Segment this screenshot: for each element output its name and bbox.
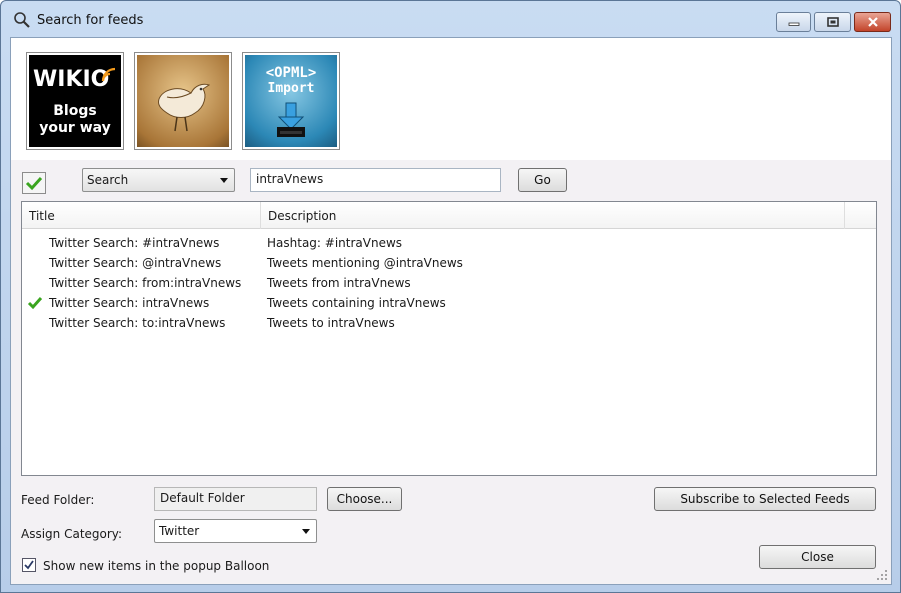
assign-category-label: Assign Category: — [21, 527, 123, 541]
logo-strip: WIKIO Blogs your way <OPML> Import — [11, 38, 891, 160]
chevron-down-icon — [302, 529, 310, 534]
category-value: Twitter — [159, 524, 200, 538]
minimize-icon — [788, 22, 799, 26]
opml-logo-subtitle: Import — [267, 81, 315, 96]
dialog-window: Search for feeds WIKIO Blogs your way <O… — [0, 0, 901, 593]
wikio-logo-text: WIKIO — [33, 67, 110, 92]
restore-icon — [826, 17, 839, 27]
list-item[interactable]: Twitter Search: to:intraVnews Tweets to … — [22, 313, 876, 333]
checkmark-icon — [27, 297, 43, 310]
balloon-checkbox[interactable] — [22, 558, 36, 572]
list-item[interactable]: Twitter Search: intraVnews Tweets contai… — [22, 293, 876, 313]
twitter-bird-logo-button[interactable] — [134, 52, 232, 150]
feed-folder-field: Default Folder — [154, 487, 317, 511]
rss-icon — [101, 67, 116, 82]
close-button[interactable]: Close — [759, 545, 876, 569]
title-bar[interactable]: Search for feeds — [1, 1, 900, 37]
search-input[interactable]: intraVnews — [250, 168, 501, 192]
close-window-button[interactable] — [854, 12, 891, 32]
search-mode-value: Search — [87, 173, 129, 187]
search-mode-dropdown[interactable]: Search — [82, 168, 235, 192]
category-dropdown[interactable]: Twitter — [154, 519, 317, 543]
opml-logo-title: <OPML> — [265, 65, 317, 81]
download-arrow-icon — [277, 102, 305, 137]
list-header: Title Description — [22, 202, 876, 229]
subscribe-button[interactable]: Subscribe to Selected Feeds — [654, 487, 876, 511]
chevron-down-icon — [220, 178, 228, 183]
window-title: Search for feeds — [37, 13, 144, 28]
checkmark-icon — [24, 560, 34, 570]
wikio-tagline: Blogs your way — [39, 103, 111, 136]
feed-folder-label: Feed Folder: — [21, 493, 95, 507]
column-header-title[interactable]: Title — [22, 202, 261, 229]
dialog-client: WIKIO Blogs your way <OPML> Import Searc… — [10, 37, 892, 585]
search-icon — [14, 12, 30, 28]
list-item[interactable]: Twitter Search: #intraVnews Hashtag: #in… — [22, 233, 876, 253]
choose-folder-button[interactable]: Choose... — [327, 487, 402, 511]
balloon-checkbox-label[interactable]: Show new items in the popup Balloon — [43, 559, 269, 573]
minimize-button[interactable] — [776, 12, 811, 32]
feeds-list[interactable]: Title Description Twitter Search: #intra… — [21, 201, 877, 476]
list-item[interactable]: Twitter Search: from:intraVnews Tweets f… — [22, 273, 876, 293]
column-header-description[interactable]: Description — [261, 202, 845, 229]
list-item[interactable]: Twitter Search: @intraVnews Tweets menti… — [22, 253, 876, 273]
resize-grip-icon[interactable] — [877, 570, 888, 581]
close-icon — [867, 17, 878, 27]
select-all-check-button[interactable] — [22, 172, 46, 194]
wikio-logo-button[interactable]: WIKIO Blogs your way — [26, 52, 124, 150]
opml-import-logo-button[interactable]: <OPML> Import — [242, 52, 340, 150]
maximize-button[interactable] — [814, 12, 851, 32]
bird-icon — [158, 83, 211, 132]
go-button[interactable]: Go — [518, 168, 567, 192]
